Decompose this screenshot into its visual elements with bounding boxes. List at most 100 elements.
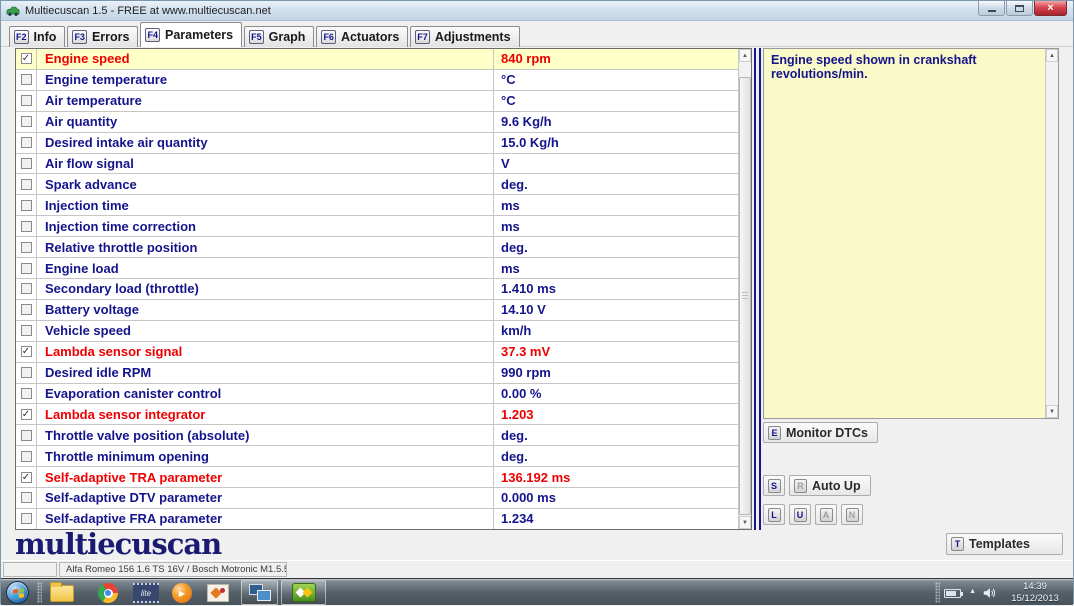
row-checkbox[interactable]: ✓ bbox=[21, 409, 32, 420]
description-scroll-down-button[interactable]: ▼ bbox=[1046, 405, 1058, 418]
checkbox-cell bbox=[16, 488, 37, 508]
tray-clock[interactable]: 14:39 15/12/2013 bbox=[1002, 581, 1068, 604]
row-checkbox[interactable] bbox=[21, 137, 32, 148]
row-checkbox[interactable]: ✓ bbox=[21, 472, 32, 483]
parameter-row[interactable]: ✓Lambda sensor integrator1.203 bbox=[16, 404, 738, 425]
parameter-name: Battery voltage bbox=[37, 300, 493, 320]
row-checkbox[interactable] bbox=[21, 304, 32, 315]
parameter-name: Air flow signal bbox=[37, 154, 493, 174]
checkbox-cell bbox=[16, 112, 37, 132]
row-checkbox[interactable] bbox=[21, 95, 32, 106]
taskbar-media-player-button[interactable]: ▶ bbox=[165, 582, 199, 604]
parameter-row[interactable]: ✓Self-adaptive TRA parameter136.192 ms bbox=[16, 467, 738, 488]
monitor-dtcs-button[interactable]: E Monitor DTCs bbox=[763, 422, 878, 443]
taskbar-display-settings-button[interactable] bbox=[241, 580, 278, 605]
parameter-value: 37.3 mV bbox=[493, 342, 738, 362]
minimize-button[interactable] bbox=[978, 1, 1005, 16]
parameter-row[interactable]: Evaporation canister control0.00 % bbox=[16, 384, 738, 405]
tab-errors[interactable]: F3Errors bbox=[67, 26, 138, 47]
description-scrollbar[interactable]: ▲ ▼ bbox=[1045, 49, 1058, 418]
description-scroll-up-button[interactable]: ▲ bbox=[1046, 49, 1058, 62]
tab-graph[interactable]: F5Graph bbox=[244, 26, 314, 47]
parameter-row[interactable]: Vehicle speedkm/h bbox=[16, 321, 738, 342]
key-button-u[interactable]: U bbox=[789, 504, 811, 525]
taskbar-explorer-button[interactable] bbox=[45, 582, 79, 604]
scroll-up-button[interactable]: ▲ bbox=[739, 49, 751, 62]
parameter-name: Air quantity bbox=[37, 112, 493, 132]
row-checkbox[interactable]: ✓ bbox=[21, 346, 32, 357]
parameter-row[interactable]: Desired intake air quantity15.0 Kg/h bbox=[16, 133, 738, 154]
speaker-icon[interactable] bbox=[982, 586, 996, 600]
parameter-row[interactable]: Relative throttle positiondeg. bbox=[16, 237, 738, 258]
tab-fkey-badge: F2 bbox=[14, 30, 29, 44]
parameter-row[interactable]: Battery voltage14.10 V bbox=[16, 300, 738, 321]
parameter-row[interactable]: Engine loadms bbox=[16, 258, 738, 279]
parameter-row[interactable]: ✓Lambda sensor signal37.3 mV bbox=[16, 342, 738, 363]
row-checkbox[interactable] bbox=[21, 158, 32, 169]
taskbar-codec-button[interactable]: lite bbox=[129, 582, 163, 604]
row-checkbox[interactable] bbox=[21, 179, 32, 190]
row-checkbox[interactable] bbox=[21, 283, 32, 294]
stop-button[interactable]: S bbox=[763, 475, 785, 496]
parameter-row[interactable]: Throttle valve position (absolute)deg. bbox=[16, 425, 738, 446]
taskbar-multiecuscan-button[interactable] bbox=[281, 580, 326, 605]
row-checkbox[interactable] bbox=[21, 263, 32, 274]
tab-parameters[interactable]: F4Parameters bbox=[140, 22, 242, 47]
row-checkbox[interactable]: ✓ bbox=[21, 53, 32, 64]
parameter-name: Spark advance bbox=[37, 174, 493, 194]
parameter-row[interactable]: Engine temperature°C bbox=[16, 70, 738, 91]
scrollbar-thumb[interactable] bbox=[739, 77, 751, 515]
row-checkbox[interactable] bbox=[21, 242, 32, 253]
parameter-row[interactable]: Air flow signalV bbox=[16, 154, 738, 175]
row-checkbox[interactable] bbox=[21, 221, 32, 232]
key-button-n[interactable]: N bbox=[841, 504, 863, 525]
auto-up-button[interactable]: R Auto Up bbox=[789, 475, 871, 496]
row-checkbox[interactable] bbox=[21, 200, 32, 211]
maximize-button[interactable] bbox=[1006, 1, 1033, 16]
tab-adjustments[interactable]: F7Adjustments bbox=[410, 26, 519, 47]
folder-icon bbox=[50, 585, 74, 602]
row-checkbox[interactable] bbox=[21, 367, 32, 378]
scroll-down-button[interactable]: ▼ bbox=[739, 516, 751, 529]
start-button[interactable] bbox=[6, 581, 29, 604]
row-checkbox[interactable] bbox=[21, 492, 32, 503]
key-button-l[interactable]: L bbox=[763, 504, 785, 525]
parameter-row[interactable]: Throttle minimum openingdeg. bbox=[16, 446, 738, 467]
parameter-row[interactable]: ✓Engine speed840 rpm bbox=[16, 49, 738, 70]
row-checkbox[interactable] bbox=[21, 74, 32, 85]
row-checkbox[interactable] bbox=[21, 116, 32, 127]
tab-actuators[interactable]: F6Actuators bbox=[316, 26, 408, 47]
battery-icon[interactable] bbox=[944, 589, 961, 598]
row-checkbox[interactable] bbox=[21, 451, 32, 462]
row-checkbox[interactable] bbox=[21, 325, 32, 336]
parameter-name: Desired intake air quantity bbox=[37, 133, 493, 153]
templates-button[interactable]: T Templates bbox=[946, 533, 1063, 555]
parameter-value: 1.410 ms bbox=[493, 279, 738, 299]
pane-splitter[interactable] bbox=[754, 48, 761, 530]
parameter-name: Evaporation canister control bbox=[37, 384, 493, 404]
parameter-row[interactable]: Injection time correctionms bbox=[16, 216, 738, 237]
parameter-row[interactable]: Self-adaptive FRA parameter1.234 bbox=[16, 509, 738, 529]
checkbox-cell: ✓ bbox=[16, 342, 37, 362]
parameter-row[interactable]: Spark advancedeg. bbox=[16, 174, 738, 195]
row-checkbox[interactable] bbox=[21, 388, 32, 399]
parameter-name: Self-adaptive FRA parameter bbox=[37, 509, 493, 529]
status-bar: Alfa Romeo 156 1.6 TS 16V / Bosch Motron… bbox=[1, 560, 1073, 578]
parameter-name: Air temperature bbox=[37, 91, 493, 111]
parameter-row[interactable]: Air quantity9.6 Kg/h bbox=[16, 112, 738, 133]
tab-info[interactable]: F2Info bbox=[9, 26, 65, 47]
close-button[interactable]: × bbox=[1034, 1, 1067, 16]
title-bar[interactable]: Multiecuscan 1.5 - FREE at www.multiecus… bbox=[1, 1, 1073, 21]
parameter-row[interactable]: Secondary load (throttle)1.410 ms bbox=[16, 279, 738, 300]
row-checkbox[interactable] bbox=[21, 430, 32, 441]
parameter-row[interactable]: Injection timems bbox=[16, 195, 738, 216]
parameter-row[interactable]: Self-adaptive DTV parameter0.000 ms bbox=[16, 488, 738, 509]
key-button-a[interactable]: A bbox=[815, 504, 837, 525]
parameter-row[interactable]: Air temperature°C bbox=[16, 91, 738, 112]
taskbar-chrome-button[interactable] bbox=[91, 582, 125, 604]
table-scrollbar[interactable]: ▲ ▼ bbox=[738, 49, 751, 529]
parameter-row[interactable]: Desired idle RPM990 rpm bbox=[16, 363, 738, 384]
hidden-icons-chevron-icon[interactable]: ▲ bbox=[969, 588, 976, 595]
taskbar-photo-button[interactable] bbox=[201, 582, 235, 604]
row-checkbox[interactable] bbox=[21, 513, 32, 524]
